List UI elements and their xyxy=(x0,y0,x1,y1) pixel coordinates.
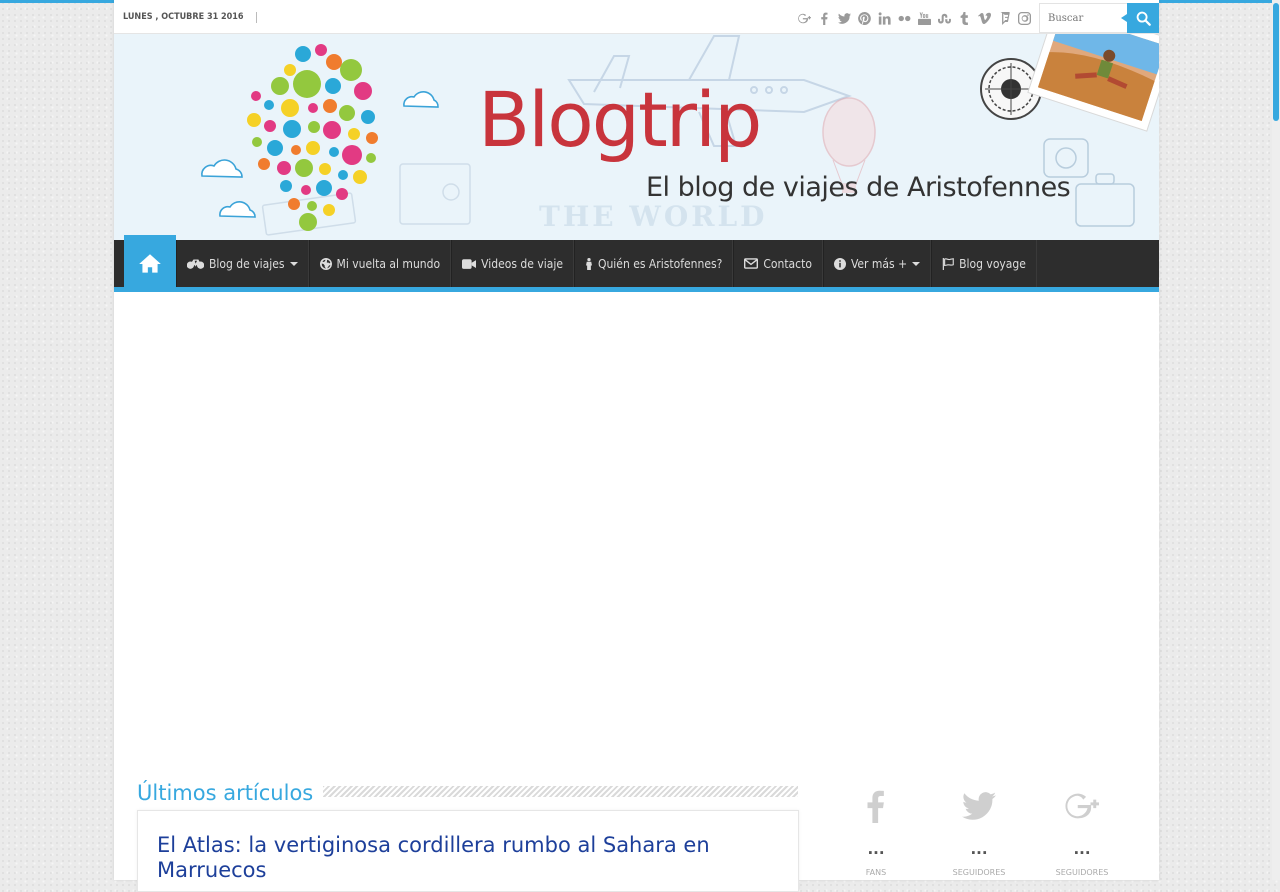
follower-label: SEGUIDORES xyxy=(1055,868,1109,877)
twitter-icon xyxy=(962,792,996,820)
site-logo-title[interactable]: Blogtrip xyxy=(478,82,762,158)
nav-label: Mi vuelta al mundo xyxy=(336,256,441,271)
bicycle-icon xyxy=(187,259,204,269)
advertisement-area xyxy=(114,292,1159,762)
envelope-icon xyxy=(744,258,759,269)
caret-down-icon xyxy=(289,261,298,266)
nav-blog-de-viajes[interactable]: Blog de viajes xyxy=(176,240,309,287)
info-icon xyxy=(833,257,846,270)
home-icon xyxy=(139,253,161,273)
youtube-icon[interactable] xyxy=(914,3,934,33)
nav-label: Videos de viaje xyxy=(481,256,563,271)
section-title: Últimos artículos xyxy=(137,781,324,805)
tumblr-icon[interactable] xyxy=(954,3,974,33)
flag-icon xyxy=(942,257,954,270)
scrollbar-thumb[interactable] xyxy=(1273,3,1279,121)
follower-count: ... xyxy=(1073,840,1091,858)
nav-mi-vuelta-al-mundo[interactable]: Mi vuelta al mundo xyxy=(309,240,452,287)
search-icon xyxy=(1136,11,1151,26)
social-counter-google-plus[interactable]: ... SEGUIDORES xyxy=(1030,782,1134,880)
nav-label: Contacto xyxy=(763,256,812,271)
pinterest-icon[interactable] xyxy=(854,3,874,33)
post-title-link[interactable]: El Atlas: la vertiginosa cordillera rumb… xyxy=(157,833,797,883)
today-date: LUNES , OCTUBRE 31 2016 xyxy=(123,12,244,22)
nav-quien-es-aristofennes[interactable]: Quién es Aristofennes? xyxy=(574,240,734,287)
follower-count: ... xyxy=(970,840,988,858)
section-title-decoration xyxy=(322,786,798,797)
facebook-icon[interactable] xyxy=(814,3,834,33)
social-counter-twitter[interactable]: ... SEGUIDORES xyxy=(927,782,1031,880)
search-input[interactable] xyxy=(1039,3,1127,33)
nav-label: Ver más + xyxy=(850,256,908,271)
instagram-icon[interactable] xyxy=(1014,3,1034,33)
search-box xyxy=(1039,3,1159,33)
scrollbar[interactable] xyxy=(1272,0,1280,880)
page-wrapper: LUNES , OCTUBRE 31 2016 THE WOR xyxy=(114,0,1159,892)
follower-label: SEGUIDORES xyxy=(952,868,1006,877)
nav-label: Blog de viajes xyxy=(209,256,285,271)
facebook-icon xyxy=(867,790,884,823)
flickr-icon[interactable] xyxy=(894,3,914,33)
header-banner: THE WORLD Blogtrip El blog de viajes de … xyxy=(114,34,1159,240)
caret-down-icon xyxy=(912,261,921,266)
vimeo-icon[interactable] xyxy=(974,3,994,33)
nav-label: Quién es Aristofennes? xyxy=(597,256,723,271)
nav-blog-voyage[interactable]: Blog voyage xyxy=(931,240,1037,287)
person-icon xyxy=(585,257,592,270)
svg-text:THE WORLD: THE WORLD xyxy=(539,200,767,233)
twitter-icon[interactable] xyxy=(834,3,854,33)
stumbleupon-icon[interactable] xyxy=(934,3,954,33)
nav-videos-de-viaje[interactable]: Videos de viaje xyxy=(451,240,574,287)
main-navigation: Blog de viajes Mi vuelta al mundo Videos… xyxy=(114,235,1159,292)
nav-contacto[interactable]: Contacto xyxy=(733,240,823,287)
nav-label: Blog voyage xyxy=(959,256,1026,271)
follower-count: ... xyxy=(867,840,885,858)
google-plus-icon xyxy=(1065,793,1099,819)
globe-icon xyxy=(319,257,332,270)
social-counter-facebook[interactable]: ... FANS xyxy=(824,782,928,880)
home-button[interactable] xyxy=(124,235,176,292)
nav-ver-mas[interactable]: Ver más + xyxy=(823,240,932,287)
social-counter-widget: ... FANS ... SEGUIDORES ... SEGUIDORES xyxy=(824,782,1134,880)
top-bar: LUNES , OCTUBRE 31 2016 xyxy=(114,3,1159,34)
linkedin-icon[interactable] xyxy=(874,3,894,33)
divider xyxy=(256,12,257,23)
video-camera-icon xyxy=(462,258,477,269)
social-icons xyxy=(794,3,1034,33)
follower-label: FANS xyxy=(865,868,887,877)
google-plus-icon[interactable] xyxy=(794,3,814,33)
search-button[interactable] xyxy=(1121,3,1159,33)
site-tagline: El blog de viajes de Aristofennes xyxy=(646,172,1071,203)
foursquare-icon[interactable] xyxy=(994,3,1014,33)
